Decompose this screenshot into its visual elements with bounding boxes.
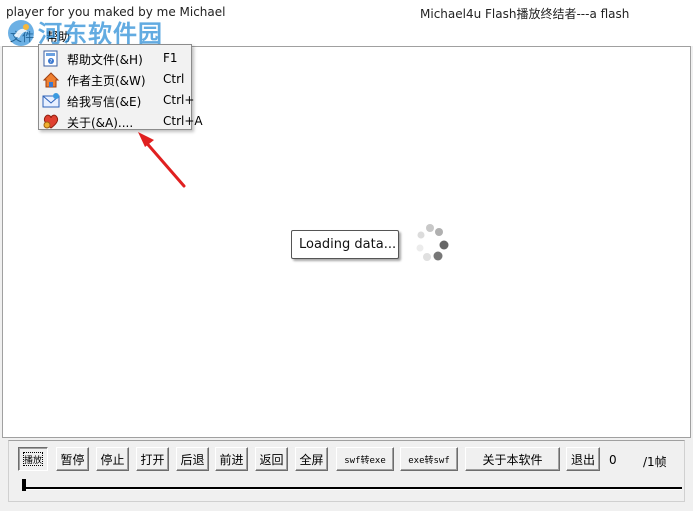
help-file-icon: ? (43, 50, 58, 67)
back-button[interactable]: 后退 (176, 447, 209, 471)
about-software-button[interactable]: 关于本软件 (465, 447, 560, 471)
mail-icon (42, 93, 60, 108)
slider-track (22, 487, 682, 490)
slider-thumb[interactable] (22, 479, 26, 491)
menu-item-label: 关于(&A).... (67, 116, 134, 130)
svg-text:?: ? (50, 59, 53, 65)
menu-item-homepage[interactable]: 作者主页(&W) Ctrl (39, 69, 191, 90)
frame-current: 0 (609, 453, 617, 467)
menu-file[interactable]: 文件 (8, 28, 36, 45)
menu-item-shortcut: Ctrl+ (163, 93, 195, 107)
menu-item-label: 给我写信(&E) (67, 95, 142, 109)
menu-bar: 文件 帮助 (0, 26, 693, 46)
playback-slider[interactable] (22, 479, 682, 493)
exe-to-swf-button[interactable]: exe转swf (400, 447, 458, 471)
menu-item-help-file[interactable]: ? 帮助文件(&H) F1 (39, 48, 191, 69)
window-title-secondary: Michael4u Flash播放终结者---a flash (420, 7, 630, 21)
play-button-label: 播放 (23, 452, 43, 466)
play-button[interactable]: 播放 (18, 447, 48, 471)
loading-tooltip: Loading data... (291, 230, 399, 259)
forward-button[interactable]: 前进 (215, 447, 248, 471)
loading-spinner-icon (416, 224, 449, 261)
homepage-icon (42, 72, 60, 88)
pause-button[interactable]: 暂停 (56, 447, 89, 471)
exit-button[interactable]: 退出 (566, 447, 600, 471)
about-icon (43, 114, 59, 129)
menu-item-shortcut: Ctrl (163, 72, 185, 86)
loading-text: Loading data... (299, 237, 397, 252)
annotation-arrow-icon (138, 132, 186, 188)
help-dropdown-menu: ? 帮助文件(&H) F1 作者主页(&W) Ctrl 给我写信(&E) Ctr… (38, 44, 203, 130)
menu-item-shortcut: F1 (163, 51, 178, 65)
stop-button[interactable]: 停止 (96, 447, 129, 471)
menu-item-label: 帮助文件(&H) (67, 53, 143, 67)
menu-help[interactable]: 帮助 (44, 28, 72, 45)
window-title: player for you maked by me Michael (6, 5, 226, 19)
menu-item-mail[interactable]: 给我写信(&E) Ctrl+ (39, 90, 195, 111)
menu-item-label: 作者主页(&W) (67, 74, 146, 88)
control-toolbar: 播放 暂停 停止 打开 后退 前进 返回 全屏 swf转exe exe转swf … (0, 438, 693, 511)
swf-to-exe-button[interactable]: swf转exe (336, 447, 394, 471)
frame-total: /1帧 (643, 455, 667, 469)
fullscreen-button[interactable]: 全屏 (295, 447, 328, 471)
title-bar: player for you maked by me Michael Micha… (0, 0, 693, 26)
return-button[interactable]: 返回 (255, 447, 288, 471)
open-button[interactable]: 打开 (136, 447, 169, 471)
